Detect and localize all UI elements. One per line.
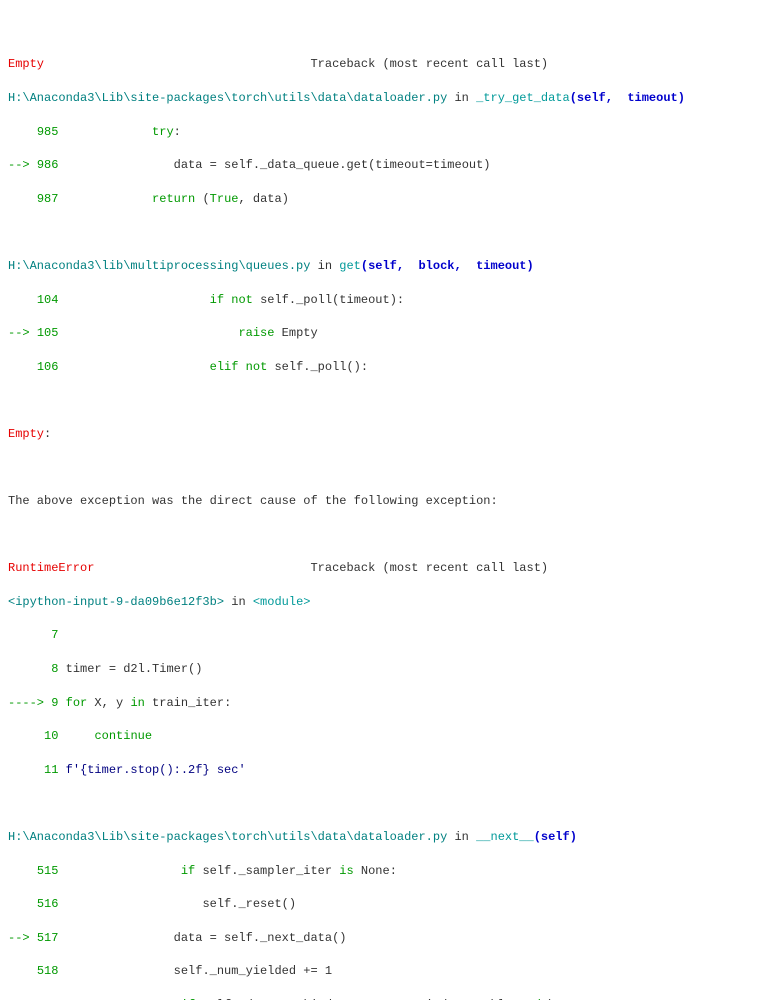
code-line: 987 return (True, data) <box>8 191 760 208</box>
func-sig: (self, block, timeout) <box>361 259 534 273</box>
tb4-file: H:\Anaconda3\Lib\site-packages\torch\uti… <box>8 829 760 846</box>
empty-error: Empty: <box>8 426 760 443</box>
code-line-current: --> 517 data = self._next_data() <box>8 930 760 947</box>
blank <box>8 460 760 477</box>
tb3-header: RuntimeError Traceback (most recent call… <box>8 560 760 577</box>
code-line: 518 self._num_yielded += 1 <box>8 963 760 980</box>
code-line: 985 try: <box>8 124 760 141</box>
code-line: 7 <box>8 627 760 644</box>
func-name: get <box>339 259 361 273</box>
code-line: 8 timer = d2l.Timer() <box>8 661 760 678</box>
func-name: _try_get_data <box>476 91 570 105</box>
blank <box>8 795 760 812</box>
code-line: 11 f'{timer.stop():.2f} sec' <box>8 762 760 779</box>
arrow-icon: --> <box>8 326 37 340</box>
code-line: 106 elif not self._poll(): <box>8 359 760 376</box>
ipython-ref: <ipython-input-9-da09b6e12f3b> <box>8 595 224 609</box>
error-name: Empty <box>8 57 44 71</box>
tb-label: Traceback (most recent call last) <box>310 57 548 71</box>
file-path: H:\Anaconda3\Lib\site-packages\torch\uti… <box>8 830 447 844</box>
tb3-file: <ipython-input-9-da09b6e12f3b> in <modul… <box>8 594 760 611</box>
code-line: 10 continue <box>8 728 760 745</box>
code-line: 104 if not self._poll(timeout): <box>8 292 760 309</box>
blank <box>8 224 760 241</box>
file-path: H:\Anaconda3\Lib\site-packages\torch\uti… <box>8 91 447 105</box>
code-line: 515 if self._sampler_iter is None: <box>8 863 760 880</box>
code-line-current: ----> 9 for X, y in train_iter: <box>8 695 760 712</box>
arrow-icon: --> <box>8 931 37 945</box>
tb1-header: Empty Traceback (most recent call last) <box>8 56 760 73</box>
module-ref: <module> <box>253 595 311 609</box>
func-name: __next__ <box>476 830 534 844</box>
tb2-file: H:\Anaconda3\lib\multiprocessing\queues.… <box>8 258 760 275</box>
arrow-icon: --> <box>8 158 37 172</box>
code-line: 519 if self._dataset_kind == _DatasetKin… <box>8 997 760 1000</box>
blank <box>8 392 760 409</box>
blank <box>8 527 760 544</box>
tb1-file: H:\Anaconda3\Lib\site-packages\torch\uti… <box>8 90 760 107</box>
file-path: H:\Anaconda3\lib\multiprocessing\queues.… <box>8 259 310 273</box>
code-line: 516 self._reset() <box>8 896 760 913</box>
arrow-icon: ----> <box>8 696 51 710</box>
tb-label: Traceback (most recent call last) <box>310 561 548 575</box>
func-sig: (self) <box>534 830 577 844</box>
code-line-current: --> 986 data = self._data_queue.get(time… <box>8 157 760 174</box>
code-line-current: --> 105 raise Empty <box>8 325 760 342</box>
error-name: RuntimeError <box>8 561 94 575</box>
func-sig: (self, timeout) <box>570 91 685 105</box>
cause-text: The above exception was the direct cause… <box>8 493 760 510</box>
